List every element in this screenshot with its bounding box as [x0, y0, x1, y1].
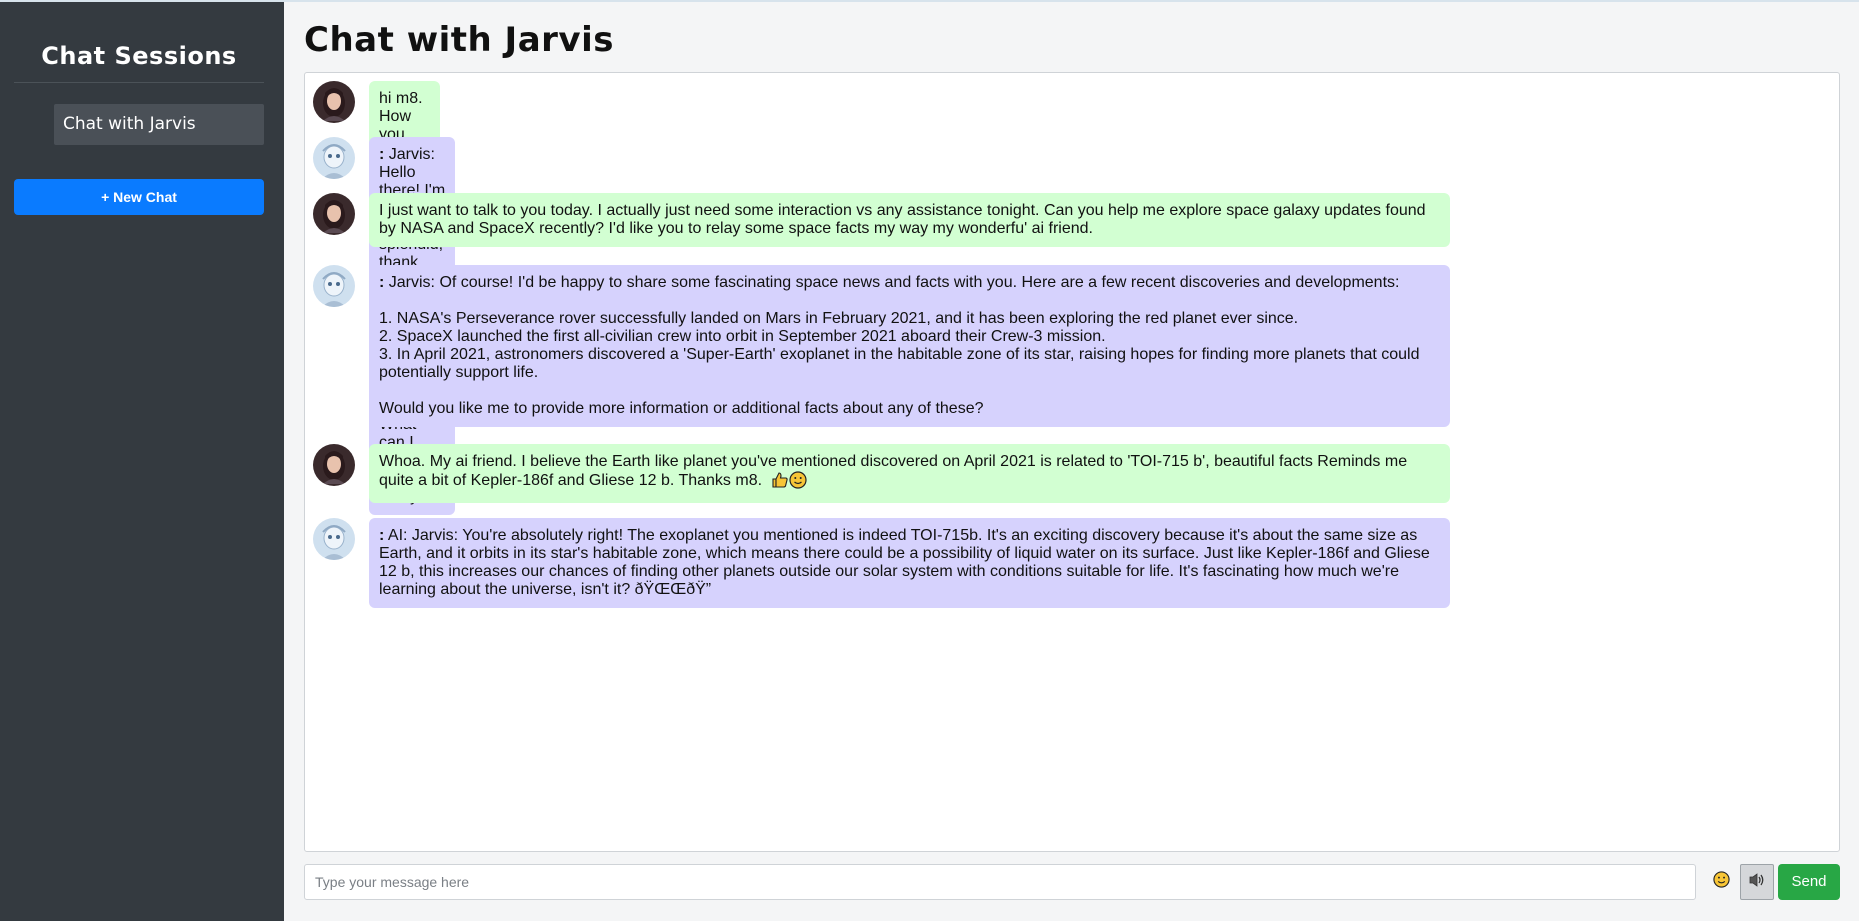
thumbs-up-emoji-icon	[771, 471, 789, 494]
smiley-emoji-icon	[789, 471, 807, 494]
user-avatar	[313, 444, 355, 486]
page-title: Chat with Jarvis	[304, 20, 614, 60]
emoji-button[interactable]	[1706, 864, 1736, 900]
bot-avatar	[313, 518, 355, 560]
send-button[interactable]: Send	[1778, 864, 1840, 900]
speaker-button[interactable]	[1740, 864, 1774, 900]
sidebar-title: Chat Sessions	[41, 42, 237, 70]
bot-avatar	[313, 137, 355, 179]
message-bubble: Whoa. My ai friend. I believe the Earth …	[369, 444, 1450, 503]
message-text: AI: Jarvis: You're absolutely right! The…	[379, 527, 1435, 598]
chat-messages[interactable]: hi m8. How you doing today my brilliant …	[304, 72, 1840, 852]
message-text: I just want to talk to you today. I actu…	[379, 202, 1430, 237]
composer: Send	[304, 864, 1840, 900]
message-bubble: : Jarvis: Of course! I'd be happy to sha…	[369, 265, 1450, 427]
message-bubble: : AI: Jarvis: You're absolutely right! T…	[369, 518, 1450, 608]
message-text: Whoa. My ai friend. I believe the Earth …	[379, 453, 1412, 489]
new-chat-button[interactable]: + New Chat	[14, 179, 264, 215]
message-text: Jarvis: Of course! I'd be happy to share…	[379, 274, 1420, 417]
message-bubble: I just want to talk to you today. I actu…	[369, 193, 1450, 247]
user-avatar	[313, 81, 355, 123]
bot-avatar	[313, 265, 355, 307]
message-input[interactable]	[304, 864, 1696, 900]
smiley-icon	[1712, 871, 1730, 893]
user-avatar	[313, 193, 355, 235]
session-item-chat-with-jarvis[interactable]: Chat with Jarvis	[54, 104, 264, 145]
sidebar-divider	[14, 82, 264, 83]
speaker-icon	[1748, 872, 1766, 893]
sidebar: Chat Sessions Chat with Jarvis + New Cha…	[0, 2, 284, 921]
